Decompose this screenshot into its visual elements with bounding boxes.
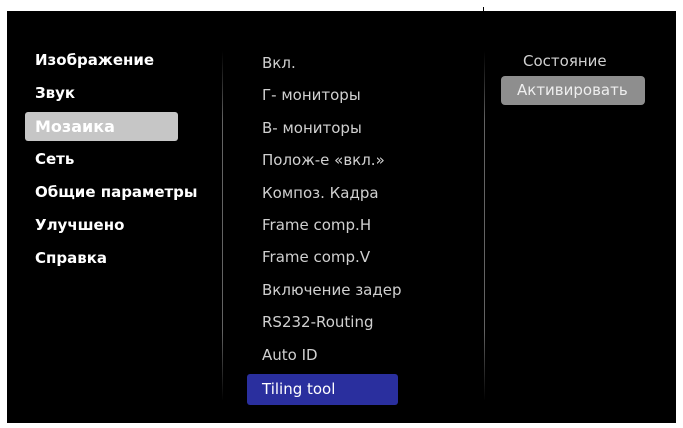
submenu-item-v-monitors[interactable]: В- мониторы (247, 112, 437, 144)
main-menu-item-advanced[interactable]: Улучшено (25, 209, 225, 242)
option-status[interactable]: Состояние (501, 47, 661, 76)
submenu-item-frame-comp-h[interactable]: Frame comp.H (247, 209, 437, 241)
main-menu: Изображение Звук Мозаика Сеть Общие пара… (25, 44, 225, 275)
tiling-submenu: Вкл. Г- мониторы В- мониторы Полож-е «вк… (247, 47, 437, 405)
submenu-item-frame-comp-v[interactable]: Frame comp.V (247, 241, 437, 273)
main-menu-item-sound[interactable]: Звук (25, 77, 225, 110)
submenu-item-position[interactable]: Полож-е «вкл.» (247, 144, 437, 176)
column-divider-left (222, 51, 223, 401)
submenu-item-enable[interactable]: Вкл. (247, 47, 437, 79)
main-menu-item-help[interactable]: Справка (25, 242, 225, 275)
submenu-item-h-monitors[interactable]: Г- мониторы (247, 79, 437, 111)
submenu-item-frame-comp[interactable]: Композ. Кадра (247, 177, 437, 209)
submenu-item-tiling-tool[interactable]: Tiling tool (247, 373, 398, 405)
submenu-item-auto-id[interactable]: Auto ID (247, 339, 437, 371)
column-divider-right (484, 51, 485, 401)
main-menu-item-tiling[interactable]: Мозаика (25, 112, 178, 141)
tiling-tool-options: Состояние Активировать (501, 47, 661, 105)
option-activate[interactable]: Активировать (501, 76, 645, 105)
submenu-item-switch-on-delay[interactable]: Включение задер (247, 274, 437, 306)
main-menu-item-network[interactable]: Сеть (25, 143, 225, 176)
submenu-item-rs232-routing[interactable]: RS232-Routing (247, 306, 437, 338)
main-menu-item-general-settings[interactable]: Общие параметры (25, 176, 225, 209)
osd-menu-panel: Изображение Звук Мозаика Сеть Общие пара… (7, 11, 676, 423)
main-menu-item-picture[interactable]: Изображение (25, 44, 225, 77)
